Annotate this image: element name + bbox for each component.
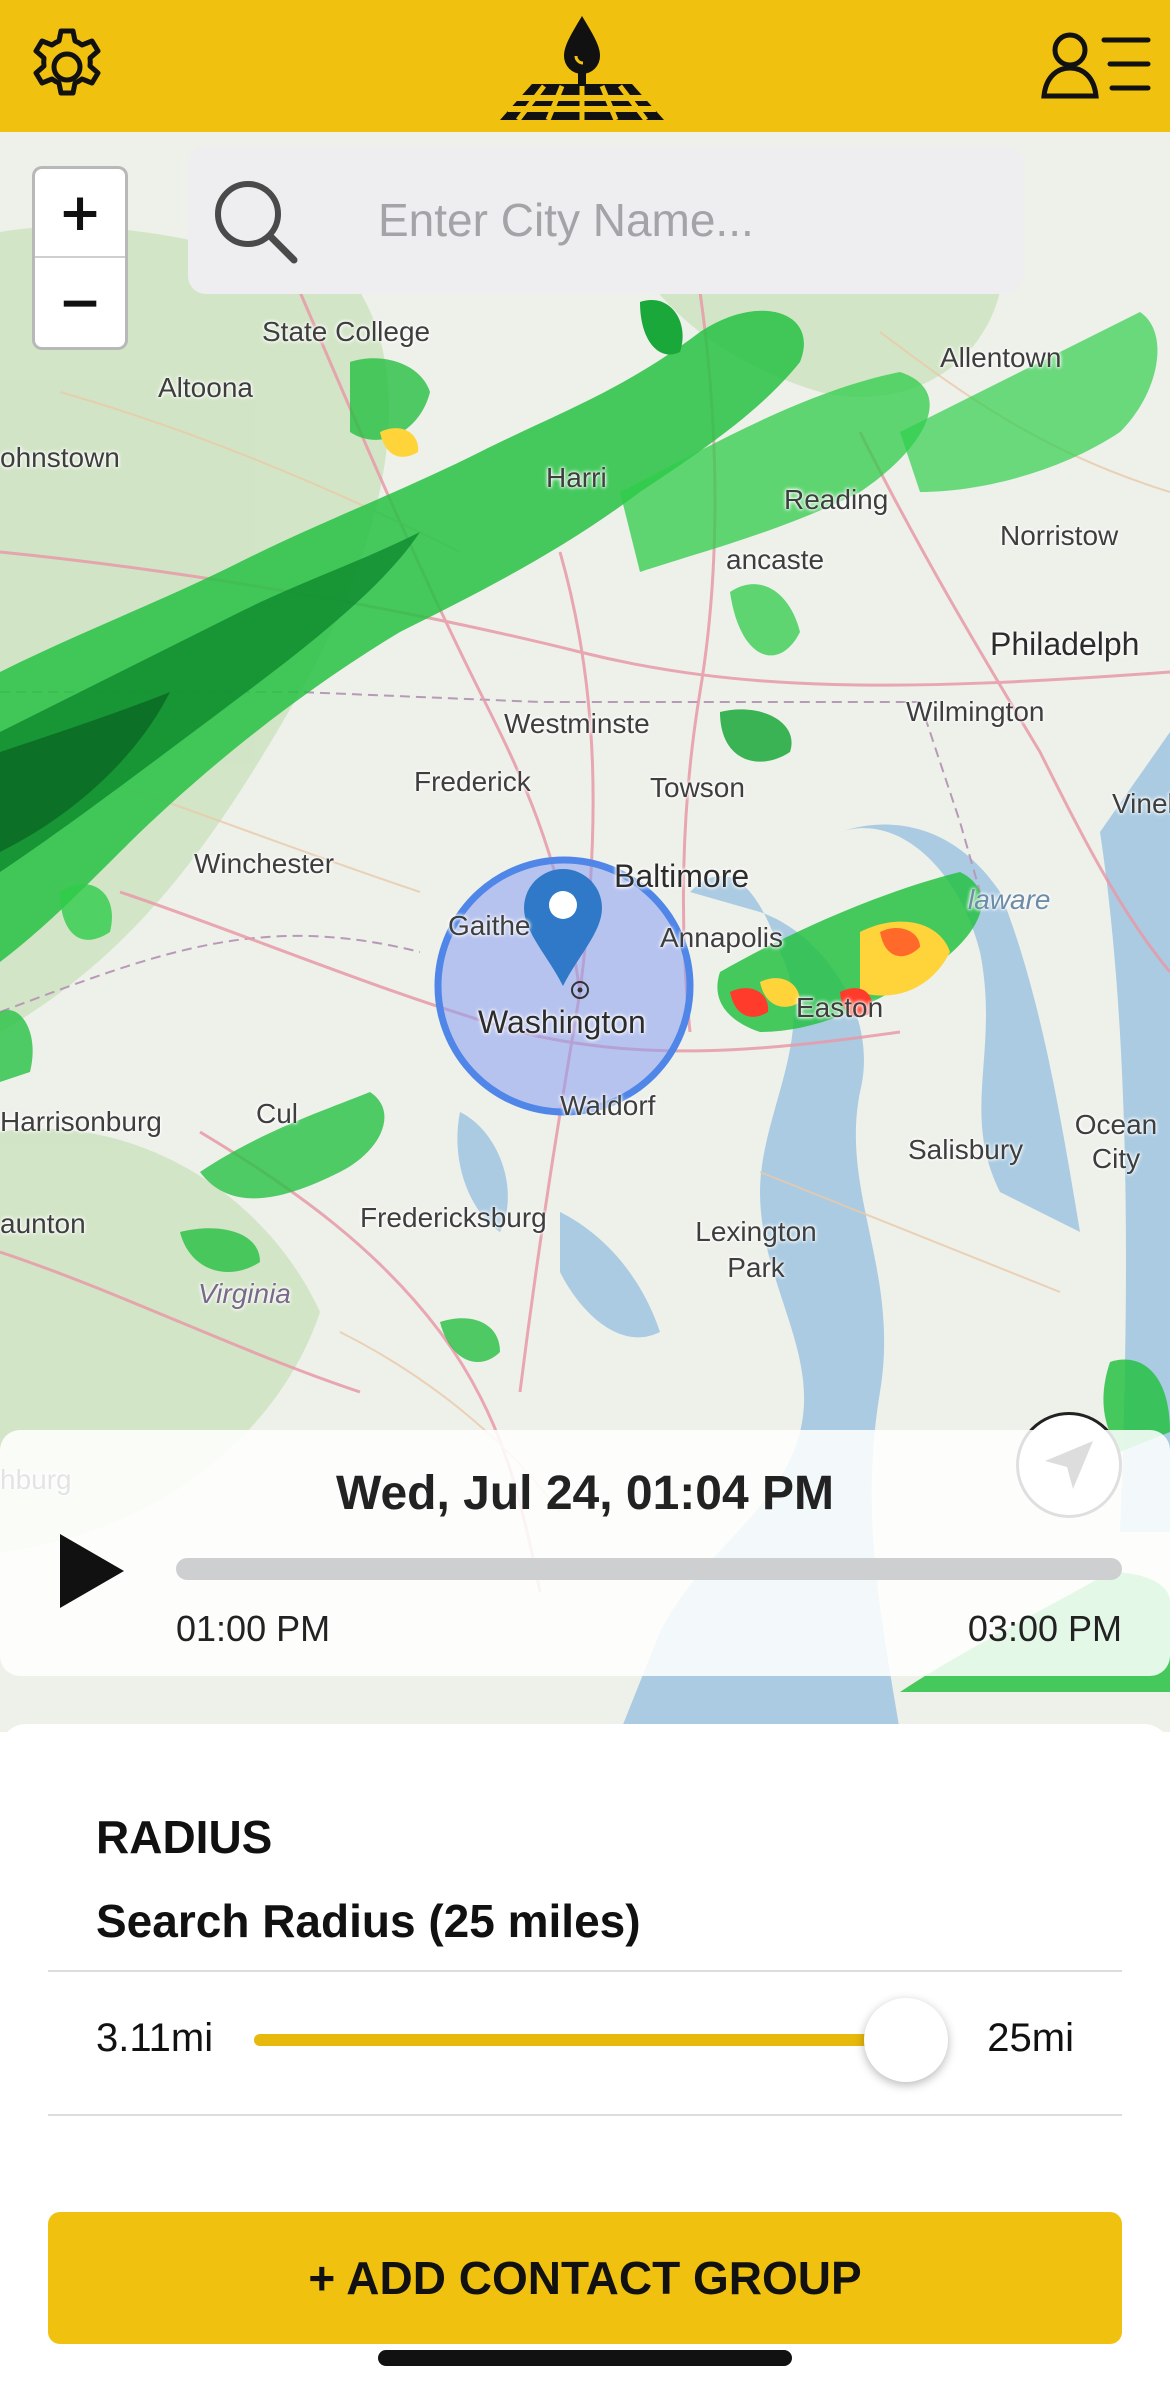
radius-slider-thumb[interactable] bbox=[864, 1998, 948, 2082]
map-label: Annapolis bbox=[660, 922, 783, 953]
map-label: Gaithe bbox=[448, 910, 531, 941]
oil-drop-road-logo bbox=[500, 16, 664, 122]
map-label: Towson bbox=[650, 772, 745, 803]
map-label: Lexington Park bbox=[695, 1216, 817, 1283]
map-label: Allentown bbox=[940, 342, 1062, 373]
divider bbox=[48, 2114, 1122, 2116]
map-label: Vinelar bbox=[1112, 788, 1170, 819]
radius-max-label: 25mi bbox=[987, 2016, 1074, 2060]
gear-icon[interactable] bbox=[24, 24, 110, 110]
timeline-date: Wed, Jul 24, 01:04 PM bbox=[336, 1467, 834, 1520]
radius-slider-fill bbox=[254, 2034, 906, 2046]
map-label: Harrisonburg bbox=[0, 1106, 162, 1137]
map-label: Norristow bbox=[1000, 520, 1119, 551]
map-label: Virginia bbox=[198, 1278, 291, 1309]
play-icon[interactable] bbox=[56, 1530, 128, 1612]
radius-bottom-sheet: RADIUS Search Radius (25 miles) 3.11mi 2… bbox=[0, 1724, 1170, 2391]
app-header bbox=[0, 0, 1170, 132]
radius-section-title: RADIUS bbox=[96, 1811, 273, 1863]
map-label: Harri bbox=[546, 462, 607, 493]
map-label: Westminste bbox=[504, 708, 650, 739]
city-search-bar bbox=[188, 146, 1024, 294]
map-label: Altoona bbox=[158, 372, 253, 403]
timeline-end-time: 03:00 PM bbox=[967, 1608, 1122, 1649]
map-label: ohnstown bbox=[0, 442, 120, 473]
map-label: Winchester bbox=[194, 848, 335, 879]
map-label: Waldorf bbox=[560, 1090, 656, 1121]
radius-min-label: 3.11mi bbox=[96, 2016, 214, 2060]
search-radius-subtitle: Search Radius (25 miles) bbox=[96, 1895, 641, 1947]
map-label: Wilmington bbox=[906, 696, 1045, 727]
map-label: Reading bbox=[784, 484, 889, 515]
map-label: Baltimore bbox=[614, 858, 750, 894]
map-label: Washington bbox=[478, 1004, 646, 1040]
zoom-control: + − bbox=[32, 166, 128, 350]
map-label: State College bbox=[262, 316, 431, 347]
map-label: Fredericksburg bbox=[360, 1202, 547, 1233]
radius-slider[interactable] bbox=[254, 1998, 948, 2082]
zoom-in-button[interactable]: + bbox=[35, 169, 125, 258]
map-label: Ocean City bbox=[1074, 1109, 1158, 1174]
map-label: Philadelph bbox=[990, 626, 1140, 662]
city-search-input[interactable] bbox=[378, 176, 998, 264]
divider bbox=[48, 1970, 1122, 1972]
home-indicator bbox=[378, 2350, 792, 2366]
radar-timeline-panel: Wed, Jul 24, 01:04 PM 01:00 PM 03:00 PM bbox=[0, 1430, 1170, 1676]
timeline-scrubber[interactable] bbox=[176, 1558, 1122, 1580]
map-label: laware bbox=[968, 884, 1051, 915]
map-label: Cul bbox=[256, 1098, 299, 1129]
add-contact-group-button[interactable]: + ADD CONTACT GROUP bbox=[48, 2212, 1122, 2344]
search-icon bbox=[215, 181, 298, 264]
user-menu-icon[interactable] bbox=[1040, 30, 1152, 102]
map-label: ancaste bbox=[726, 544, 825, 575]
zoom-out-button[interactable]: − bbox=[35, 258, 125, 347]
map-label: aunton bbox=[0, 1208, 86, 1239]
map-label: Easton bbox=[796, 992, 884, 1023]
map-label: Frederick bbox=[414, 766, 531, 797]
map-label: Salisbury bbox=[908, 1134, 1024, 1165]
timeline-start-time: 01:00 PM bbox=[176, 1608, 331, 1649]
